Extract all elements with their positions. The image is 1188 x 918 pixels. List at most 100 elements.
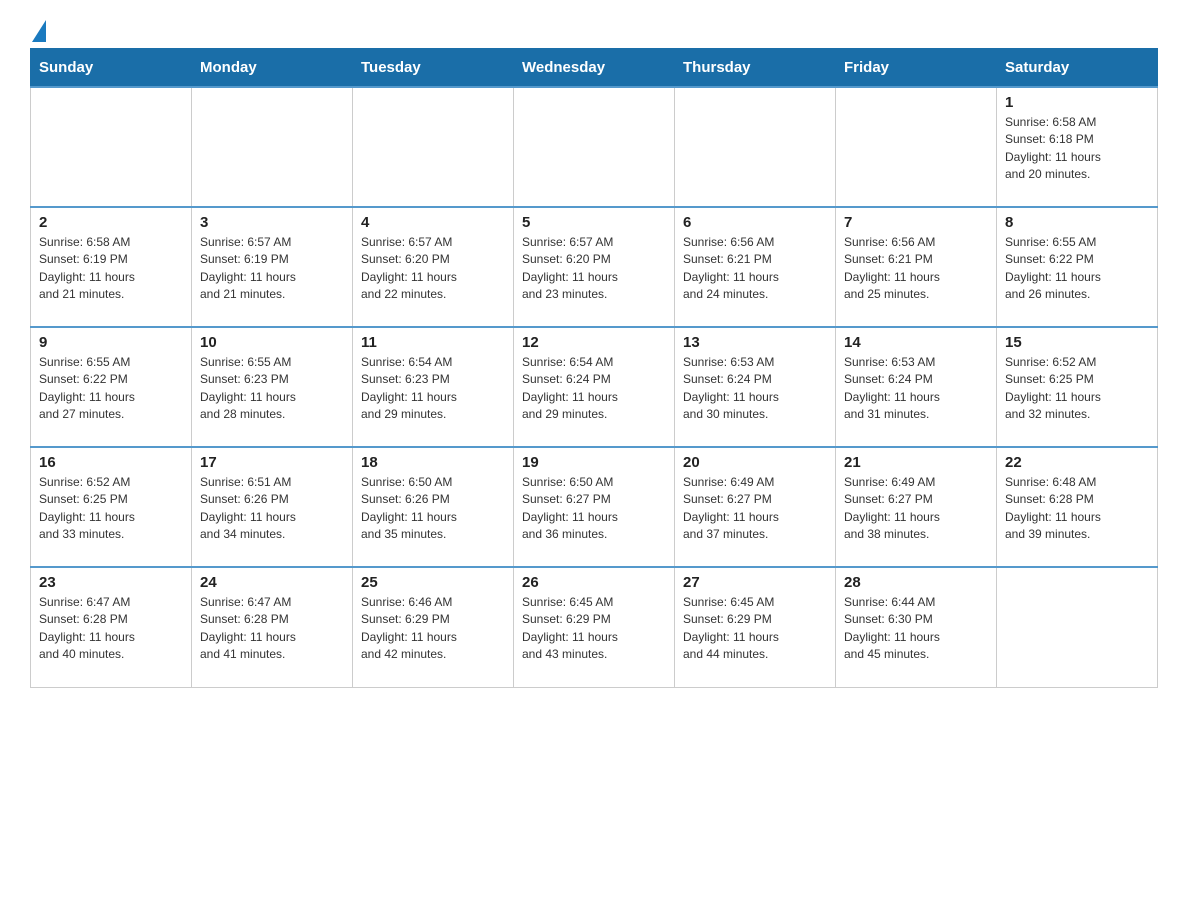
day-info: Sunrise: 6:45 AM Sunset: 6:29 PM Dayligh… — [522, 594, 666, 664]
day-info: Sunrise: 6:53 AM Sunset: 6:24 PM Dayligh… — [683, 354, 827, 424]
day-info: Sunrise: 6:51 AM Sunset: 6:26 PM Dayligh… — [200, 474, 344, 544]
day-number: 24 — [200, 574, 344, 591]
day-number: 7 — [844, 214, 988, 231]
day-info: Sunrise: 6:48 AM Sunset: 6:28 PM Dayligh… — [1005, 474, 1149, 544]
day-info: Sunrise: 6:44 AM Sunset: 6:30 PM Dayligh… — [844, 594, 988, 664]
calendar-cell: 13 Sunrise: 6:53 AM Sunset: 6:24 PM Dayli… — [675, 327, 836, 447]
day-number: 27 — [683, 574, 827, 591]
day-number: 13 — [683, 334, 827, 351]
day-info: Sunrise: 6:56 AM Sunset: 6:21 PM Dayligh… — [844, 234, 988, 304]
calendar-cell: 9 Sunrise: 6:55 AM Sunset: 6:22 PM Daylig… — [31, 327, 192, 447]
logo — [30, 20, 46, 38]
day-of-week-header: Tuesday — [353, 49, 514, 88]
calendar-cell: 12 Sunrise: 6:54 AM Sunset: 6:24 PM Dayli… — [514, 327, 675, 447]
day-info: Sunrise: 6:50 AM Sunset: 6:26 PM Dayligh… — [361, 474, 505, 544]
day-number: 15 — [1005, 334, 1149, 351]
day-number: 5 — [522, 214, 666, 231]
day-number: 8 — [1005, 214, 1149, 231]
calendar-cell: 24 Sunrise: 6:47 AM Sunset: 6:28 PM Dayli… — [192, 567, 353, 687]
day-number: 6 — [683, 214, 827, 231]
calendar-cell: 8 Sunrise: 6:55 AM Sunset: 6:22 PM Daylig… — [997, 207, 1158, 327]
day-number: 10 — [200, 334, 344, 351]
day-info: Sunrise: 6:55 AM Sunset: 6:23 PM Dayligh… — [200, 354, 344, 424]
day-of-week-header: Monday — [192, 49, 353, 88]
day-number: 3 — [200, 214, 344, 231]
logo-triangle-icon — [32, 20, 46, 42]
calendar-cell: 17 Sunrise: 6:51 AM Sunset: 6:26 PM Dayli… — [192, 447, 353, 567]
day-number: 19 — [522, 454, 666, 471]
day-info: Sunrise: 6:58 AM Sunset: 6:18 PM Dayligh… — [1005, 114, 1149, 184]
day-info: Sunrise: 6:50 AM Sunset: 6:27 PM Dayligh… — [522, 474, 666, 544]
calendar-cell: 5 Sunrise: 6:57 AM Sunset: 6:20 PM Daylig… — [514, 207, 675, 327]
day-info: Sunrise: 6:47 AM Sunset: 6:28 PM Dayligh… — [200, 594, 344, 664]
day-number: 23 — [39, 574, 183, 591]
day-info: Sunrise: 6:57 AM Sunset: 6:20 PM Dayligh… — [361, 234, 505, 304]
calendar-cell: 18 Sunrise: 6:50 AM Sunset: 6:26 PM Dayli… — [353, 447, 514, 567]
day-info: Sunrise: 6:52 AM Sunset: 6:25 PM Dayligh… — [1005, 354, 1149, 424]
day-info: Sunrise: 6:45 AM Sunset: 6:29 PM Dayligh… — [683, 594, 827, 664]
day-info: Sunrise: 6:46 AM Sunset: 6:29 PM Dayligh… — [361, 594, 505, 664]
day-number: 22 — [1005, 454, 1149, 471]
day-of-week-header: Thursday — [675, 49, 836, 88]
calendar-cell: 14 Sunrise: 6:53 AM Sunset: 6:24 PM Dayli… — [836, 327, 997, 447]
calendar-cell — [997, 567, 1158, 687]
day-number: 20 — [683, 454, 827, 471]
calendar-cell: 23 Sunrise: 6:47 AM Sunset: 6:28 PM Dayli… — [31, 567, 192, 687]
calendar-cell — [353, 87, 514, 207]
page-header — [30, 20, 1158, 38]
calendar-cell: 16 Sunrise: 6:52 AM Sunset: 6:25 PM Dayli… — [31, 447, 192, 567]
day-of-week-header: Saturday — [997, 49, 1158, 88]
calendar-cell: 10 Sunrise: 6:55 AM Sunset: 6:23 PM Dayli… — [192, 327, 353, 447]
day-of-week-header: Sunday — [31, 49, 192, 88]
day-info: Sunrise: 6:49 AM Sunset: 6:27 PM Dayligh… — [683, 474, 827, 544]
calendar-table: SundayMondayTuesdayWednesdayThursdayFrid… — [30, 48, 1158, 688]
calendar-cell — [192, 87, 353, 207]
day-info: Sunrise: 6:52 AM Sunset: 6:25 PM Dayligh… — [39, 474, 183, 544]
calendar-week-row: 2Sunrise: 6:58 AM Sunset: 6:19 PM Daylig… — [31, 207, 1158, 327]
day-info: Sunrise: 6:56 AM Sunset: 6:21 PM Dayligh… — [683, 234, 827, 304]
calendar-cell: 4 Sunrise: 6:57 AM Sunset: 6:20 PM Daylig… — [353, 207, 514, 327]
day-info: Sunrise: 6:49 AM Sunset: 6:27 PM Dayligh… — [844, 474, 988, 544]
day-info: Sunrise: 6:55 AM Sunset: 6:22 PM Dayligh… — [1005, 234, 1149, 304]
day-info: Sunrise: 6:57 AM Sunset: 6:19 PM Dayligh… — [200, 234, 344, 304]
calendar-week-row: 9 Sunrise: 6:55 AM Sunset: 6:22 PM Daylig… — [31, 327, 1158, 447]
calendar-cell — [514, 87, 675, 207]
calendar-header-row: SundayMondayTuesdayWednesdayThursdayFrid… — [31, 49, 1158, 88]
day-number: 17 — [200, 454, 344, 471]
day-number: 25 — [361, 574, 505, 591]
calendar-cell: 20 Sunrise: 6:49 AM Sunset: 6:27 PM Dayli… — [675, 447, 836, 567]
day-number: 11 — [361, 334, 505, 351]
day-info: Sunrise: 6:53 AM Sunset: 6:24 PM Dayligh… — [844, 354, 988, 424]
calendar-cell: 15 Sunrise: 6:52 AM Sunset: 6:25 PM Dayli… — [997, 327, 1158, 447]
day-of-week-header: Wednesday — [514, 49, 675, 88]
day-info: Sunrise: 6:54 AM Sunset: 6:23 PM Dayligh… — [361, 354, 505, 424]
calendar-cell: 19 Sunrise: 6:50 AM Sunset: 6:27 PM Dayli… — [514, 447, 675, 567]
day-of-week-header: Friday — [836, 49, 997, 88]
calendar-cell: 22 Sunrise: 6:48 AM Sunset: 6:28 PM Dayli… — [997, 447, 1158, 567]
day-number: 18 — [361, 454, 505, 471]
calendar-cell: 1 Sunrise: 6:58 AM Sunset: 6:18 PM Daylig… — [997, 87, 1158, 207]
calendar-cell — [675, 87, 836, 207]
day-info: Sunrise: 6:57 AM Sunset: 6:20 PM Dayligh… — [522, 234, 666, 304]
day-number: 28 — [844, 574, 988, 591]
calendar-week-row: 1 Sunrise: 6:58 AM Sunset: 6:18 PM Daylig… — [31, 87, 1158, 207]
day-info: Sunrise: 6:58 AM Sunset: 6:19 PM Dayligh… — [39, 234, 183, 304]
calendar-cell — [31, 87, 192, 207]
day-number: 4 — [361, 214, 505, 231]
calendar-cell: 11 Sunrise: 6:54 AM Sunset: 6:23 PM Dayli… — [353, 327, 514, 447]
calendar-cell: 25 Sunrise: 6:46 AM Sunset: 6:29 PM Dayli… — [353, 567, 514, 687]
calendar-cell: 27 Sunrise: 6:45 AM Sunset: 6:29 PM Dayli… — [675, 567, 836, 687]
day-info: Sunrise: 6:54 AM Sunset: 6:24 PM Dayligh… — [522, 354, 666, 424]
calendar-cell: 3 Sunrise: 6:57 AM Sunset: 6:19 PM Daylig… — [192, 207, 353, 327]
day-info: Sunrise: 6:55 AM Sunset: 6:22 PM Dayligh… — [39, 354, 183, 424]
day-number: 1 — [1005, 94, 1149, 111]
calendar-cell: 7 Sunrise: 6:56 AM Sunset: 6:21 PM Daylig… — [836, 207, 997, 327]
calendar-week-row: 16 Sunrise: 6:52 AM Sunset: 6:25 PM Dayli… — [31, 447, 1158, 567]
day-number: 14 — [844, 334, 988, 351]
day-number: 12 — [522, 334, 666, 351]
day-number: 16 — [39, 454, 183, 471]
calendar-cell: 28 Sunrise: 6:44 AM Sunset: 6:30 PM Dayli… — [836, 567, 997, 687]
day-number: 9 — [39, 334, 183, 351]
calendar-cell: 21Sunrise: 6:49 AM Sunset: 6:27 PM Dayli… — [836, 447, 997, 567]
day-info: Sunrise: 6:47 AM Sunset: 6:28 PM Dayligh… — [39, 594, 183, 664]
